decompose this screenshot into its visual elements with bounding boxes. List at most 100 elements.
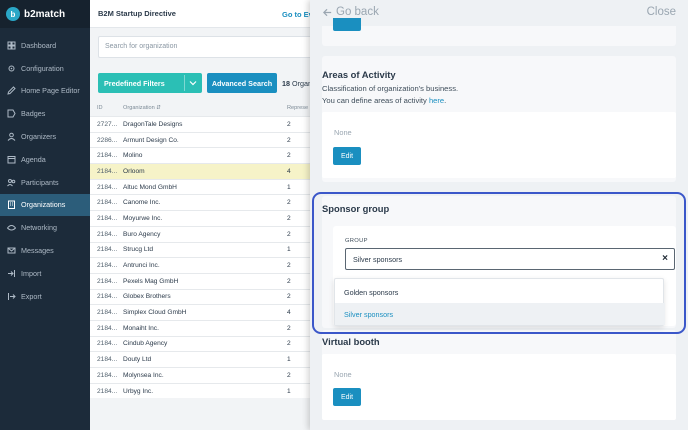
sidebar-item-label: Import [21, 268, 42, 278]
messages-icon [7, 246, 16, 255]
table-row[interactable]: 2184... Molynsea Inc. 2 [90, 367, 310, 383]
virtual-booth-card: Virtual booth None Edit [322, 330, 676, 420]
cell-organization[interactable]: Pexels Mag GmbH [123, 278, 287, 285]
advanced-search-button[interactable]: Advanced Search [207, 73, 277, 93]
table-row[interactable]: 2184... Pexels Mag GmbH 2 [90, 272, 310, 289]
column-header-organization[interactable]: Organization ⇵ [123, 105, 287, 111]
areas-edit-button[interactable]: Edit [333, 147, 361, 165]
table-row[interactable]: 2727... DragonTale Designs 2 [90, 116, 310, 132]
table-row[interactable]: 2184... Cindub Agency 2 [90, 335, 310, 352]
arrow-left-icon [322, 8, 332, 16]
table-row[interactable]: 2184... Urbyg Inc. 1 [90, 382, 310, 399]
networking-icon [7, 223, 16, 232]
cell-id: 2727... [97, 120, 118, 128]
predefined-filters-label: Predefined Filters [104, 78, 165, 88]
cell-id: 2184... [97, 183, 118, 191]
organizations-table: ID Organization ⇵ Represe 2727... DragonT… [90, 100, 310, 399]
sidebar-item-label: Networking [21, 223, 57, 233]
cell-organization[interactable]: DragonTale Designs [123, 121, 287, 128]
previous-edit-button[interactable] [333, 18, 361, 31]
chevron-down-icon[interactable] [184, 75, 200, 91]
cell-representatives: 2 [287, 277, 291, 285]
badge-icon [7, 109, 16, 118]
sidebar-item-organizations[interactable]: Organizations [0, 193, 90, 217]
edit-icon [7, 86, 16, 96]
cell-organization[interactable]: Molynsea Inc. [123, 372, 287, 379]
cell-organization[interactable]: Simplex Cloud GmbH [123, 309, 287, 316]
participants-icon [7, 178, 16, 187]
column-header-representatives[interactable]: Represe [287, 105, 310, 111]
table-row[interactable]: 2184... Douty Ltd 1 [90, 351, 310, 367]
sidebar-nav: Dashboard Configuration Home Page Editor Ba… [0, 34, 90, 308]
organizations-icon [7, 200, 16, 210]
configuration-icon [7, 64, 16, 73]
cell-organization[interactable]: Canome Inc. [123, 199, 287, 206]
cell-id: 2184... [97, 371, 118, 379]
table-row[interactable]: 2184... Antrunci Inc. 2 [90, 257, 310, 273]
table-row[interactable]: 2184... Strucg Ltd 1 [90, 241, 310, 258]
sidebar-item-dashboard[interactable]: Dashboard [0, 34, 90, 57]
sidebar-item-messages[interactable]: Messages [0, 239, 90, 262]
virtual-booth-edit-button[interactable]: Edit [333, 388, 361, 406]
cell-id: 2184... [97, 262, 118, 270]
sidebar-item-agenda[interactable]: Agenda [0, 148, 90, 171]
sidebar-item-export[interactable]: Export [0, 285, 90, 308]
cell-representatives: 1 [287, 246, 291, 254]
count-number: 18 [282, 79, 290, 88]
cell-organization[interactable]: Cindub Agency [123, 340, 287, 347]
option-silver-sponsors[interactable]: Silver sponsors [335, 303, 665, 325]
go-to-event-link[interactable]: Go to Ev [282, 10, 313, 19]
table-row[interactable]: 2184... Globex Brothers 2 [90, 288, 310, 305]
cell-organization[interactable]: Buro Agency [123, 231, 287, 238]
cell-representatives: 4 [287, 309, 291, 317]
areas-of-activity-title: Areas of Activity [322, 69, 396, 80]
cell-organization[interactable]: Molino [123, 152, 287, 159]
table-row[interactable]: 2184... Canome Inc. 2 [90, 194, 310, 211]
cell-organization[interactable]: Douty Ltd [123, 356, 287, 363]
table-header: ID Organization ⇵ Represe [90, 100, 310, 116]
option-golden-sponsors[interactable]: Golden sponsors [335, 281, 665, 303]
sidebar-item-networking[interactable]: Networking [0, 216, 90, 239]
cell-id: 2286... [97, 136, 118, 144]
cell-organization[interactable]: Globex Brothers [123, 293, 287, 300]
cell-id: 2184... [97, 387, 118, 395]
count-text: Organ [290, 79, 312, 88]
sidebar-item-organizers[interactable]: Organizers [0, 125, 90, 148]
sort-icon[interactable]: ⇵ [156, 105, 161, 111]
cell-organization[interactable]: Urbyg Inc. [123, 388, 287, 395]
sidebar-item-home-page-editor[interactable]: Home Page Editor [0, 80, 90, 103]
sidebar-item-label: Participants [21, 177, 59, 187]
table-row[interactable]: 2184... Altuc Mond GmbH 1 [90, 178, 310, 195]
cell-id: 2184... [97, 293, 118, 301]
go-back-button[interactable]: Go back [322, 6, 379, 18]
cell-representatives: 1 [287, 387, 291, 395]
cell-representatives: 2 [287, 136, 291, 144]
cell-representatives: 2 [287, 262, 291, 270]
cell-organization[interactable]: Antrunci Inc. [123, 262, 287, 269]
sidebar-item-configuration[interactable]: Configuration [0, 57, 90, 80]
cell-organization[interactable]: Moyurwe Inc. [123, 215, 287, 222]
sidebar-item-import[interactable]: Import [0, 262, 90, 285]
close-button[interactable]: Close [647, 6, 676, 18]
table-row[interactable]: 2184... Moyurwe Inc. 2 [90, 210, 310, 226]
cell-organization[interactable]: Monaiht Inc. [123, 325, 287, 332]
predefined-filters-button[interactable]: Predefined Filters [98, 73, 202, 93]
table-row[interactable]: 2184... Molino 2 [90, 147, 310, 164]
table-row[interactable]: 2286... Armunt Design Co. 2 [90, 131, 310, 148]
table-row[interactable]: 2184... Simplex Cloud GmbH 4 [90, 304, 310, 320]
sidebar-item-badges[interactable]: Badges [0, 102, 90, 125]
table-row[interactable]: 2184... Buro Agency 2 [90, 225, 310, 242]
cell-organization[interactable]: Strucg Ltd [123, 246, 287, 253]
cell-representatives: 4 [287, 167, 291, 175]
cell-representatives: 2 [287, 230, 291, 238]
table-row[interactable]: 2184... Orloom 4 [90, 163, 310, 179]
sidebar-item-participants[interactable]: Participants [0, 171, 90, 194]
areas-define-link[interactable]: here [429, 96, 444, 105]
table-row[interactable]: 2184... Monaiht Inc. 2 [90, 319, 310, 336]
cell-organization[interactable]: Armunt Design Co. [123, 137, 287, 144]
cell-organization[interactable]: Altuc Mond GmbH [123, 184, 287, 191]
brand-logo[interactable]: b b2match [0, 0, 90, 28]
cell-organization[interactable]: Orloom [123, 168, 287, 175]
column-header-id[interactable]: ID [90, 105, 123, 111]
group-dropdown-menu: Golden sponsors Silver sponsors [334, 278, 665, 326]
